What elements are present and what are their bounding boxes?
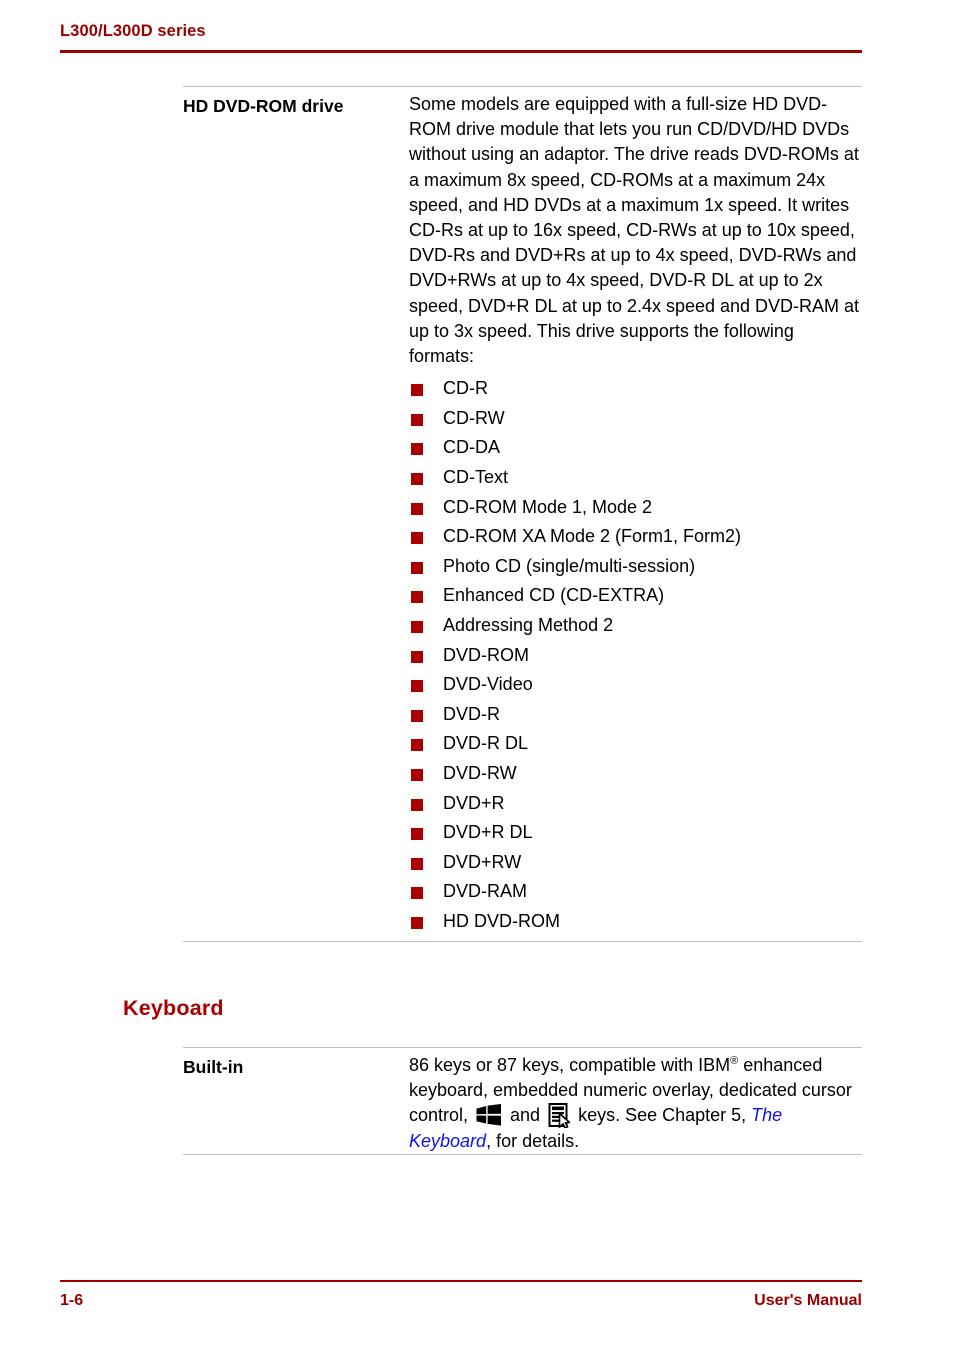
keyboard-text-4: keys. See Chapter 5, — [573, 1105, 752, 1126]
square-bullet-icon — [411, 473, 423, 486]
list-item-label: Photo CD (single/multi-session) — [443, 555, 696, 576]
list-item-label: HD DVD-ROM — [443, 910, 560, 931]
square-bullet-icon — [411, 532, 423, 545]
list-item: CD-DA — [409, 433, 862, 463]
list-item: DVD-Video — [409, 670, 862, 700]
list-item: Addressing Method 2 — [409, 611, 862, 641]
spec-term-hd-dvd-rom-drive: HD DVD-ROM drive — [183, 96, 344, 116]
list-item: DVD-R DL — [409, 729, 862, 759]
list-item-label: DVD-RAM — [443, 881, 527, 902]
square-bullet-icon — [411, 413, 423, 426]
square-bullet-icon — [411, 709, 423, 722]
page-header-title: L300/L300D series — [60, 22, 206, 40]
keyboard-text-3: and — [505, 1105, 546, 1126]
list-item-label: DVD-Video — [443, 674, 533, 695]
list-item-label: DVD-R — [443, 703, 500, 724]
list-item: DVD-RAM — [409, 877, 862, 907]
page-header: L300/L300D series — [0, 22, 954, 62]
square-bullet-icon — [411, 443, 423, 456]
square-bullet-icon — [411, 561, 423, 574]
square-bullet-icon — [411, 916, 423, 929]
spec-term-built-in: Built-in — [183, 1057, 244, 1077]
header-rule — [60, 50, 862, 53]
list-item-label: CD-RW — [443, 407, 505, 428]
square-bullet-icon — [411, 798, 423, 811]
list-item-label: DVD-R DL — [443, 733, 529, 754]
square-bullet-icon — [411, 680, 423, 693]
list-item-label: DVD-RW — [443, 762, 517, 783]
page-footer: 1-6 User's Manual — [0, 1280, 954, 1330]
application-menu-key-icon — [548, 1103, 571, 1130]
section-heading-keyboard: Keyboard — [123, 996, 224, 1020]
square-bullet-icon — [411, 650, 423, 663]
list-item-label: Addressing Method 2 — [443, 614, 614, 635]
spec-paragraph: Some models are equipped with a full-siz… — [409, 94, 860, 367]
square-bullet-icon — [411, 828, 423, 841]
list-item-label: CD-Text — [443, 467, 509, 488]
list-item: DVD-R — [409, 700, 862, 730]
list-item-label: CD-ROM Mode 1, Mode 2 — [443, 496, 653, 517]
list-item-label: DVD+RW — [443, 851, 522, 872]
spec-description: 86 keys or 87 keys, compatible with IBM®… — [409, 1053, 862, 1154]
list-item: DVD+R — [409, 789, 862, 819]
square-bullet-icon — [411, 739, 423, 752]
row-separator-bottom — [183, 940, 862, 942]
list-item: Photo CD (single/multi-session) — [409, 552, 862, 582]
list-item-label: CD-R — [443, 378, 488, 399]
list-item: DVD+R DL — [409, 818, 862, 848]
list-item-label: CD-DA — [443, 437, 500, 458]
square-bullet-icon — [411, 857, 423, 870]
footer-rule — [60, 1280, 862, 1282]
list-item: DVD-RW — [409, 759, 862, 789]
square-bullet-icon — [411, 768, 423, 781]
square-bullet-icon — [411, 591, 423, 604]
list-item: CD-ROM Mode 1, Mode 2 — [409, 493, 862, 523]
list-item-label: Enhanced CD (CD-EXTRA) — [443, 585, 665, 606]
list-item: HD DVD-ROM — [409, 907, 862, 937]
list-item: CD-RW — [409, 404, 862, 434]
supported-formats-list: CD-R CD-RW CD-DA CD-Text CD-ROM Mode 1, … — [409, 374, 862, 936]
list-item: DVD-ROM — [409, 641, 862, 671]
table-row: Built-in 86 keys or 87 keys, compatible … — [183, 1048, 862, 1154]
list-item: DVD+RW — [409, 848, 862, 878]
square-bullet-icon — [411, 384, 423, 397]
list-item-label: DVD+R DL — [443, 822, 533, 843]
spec-table-keyboard: Built-in 86 keys or 87 keys, compatible … — [183, 1047, 862, 1155]
manual-label: User's Manual — [754, 1292, 862, 1309]
row-separator-bottom — [183, 1153, 862, 1155]
keyboard-description: 86 keys or 87 keys, compatible with IBM®… — [409, 1053, 862, 1154]
page-number: 1-6 — [60, 1292, 84, 1309]
spec-description: Some models are equipped with a full-siz… — [409, 92, 862, 941]
list-item-label: CD-ROM XA Mode 2 (Form1, Form2) — [443, 526, 742, 547]
list-item: CD-R — [409, 374, 862, 404]
list-item: Enhanced CD (CD-EXTRA) — [409, 581, 862, 611]
square-bullet-icon — [411, 887, 423, 900]
list-item-label: DVD-ROM — [443, 644, 529, 665]
spec-table-optical-drive: HD DVD-ROM drive Some models are equippe… — [183, 86, 862, 942]
windows-logo-key-icon — [476, 1104, 502, 1127]
square-bullet-icon — [411, 620, 423, 633]
list-item: CD-Text — [409, 463, 862, 493]
table-row: HD DVD-ROM drive Some models are equippe… — [183, 87, 862, 941]
list-item-label: DVD+R — [443, 792, 505, 813]
keyboard-text-1: 86 keys or 87 keys, compatible with IBM — [409, 1055, 731, 1075]
list-item: CD-ROM XA Mode 2 (Form1, Form2) — [409, 522, 862, 552]
square-bullet-icon — [411, 502, 423, 515]
keyboard-text-5: , for details. — [486, 1130, 580, 1151]
